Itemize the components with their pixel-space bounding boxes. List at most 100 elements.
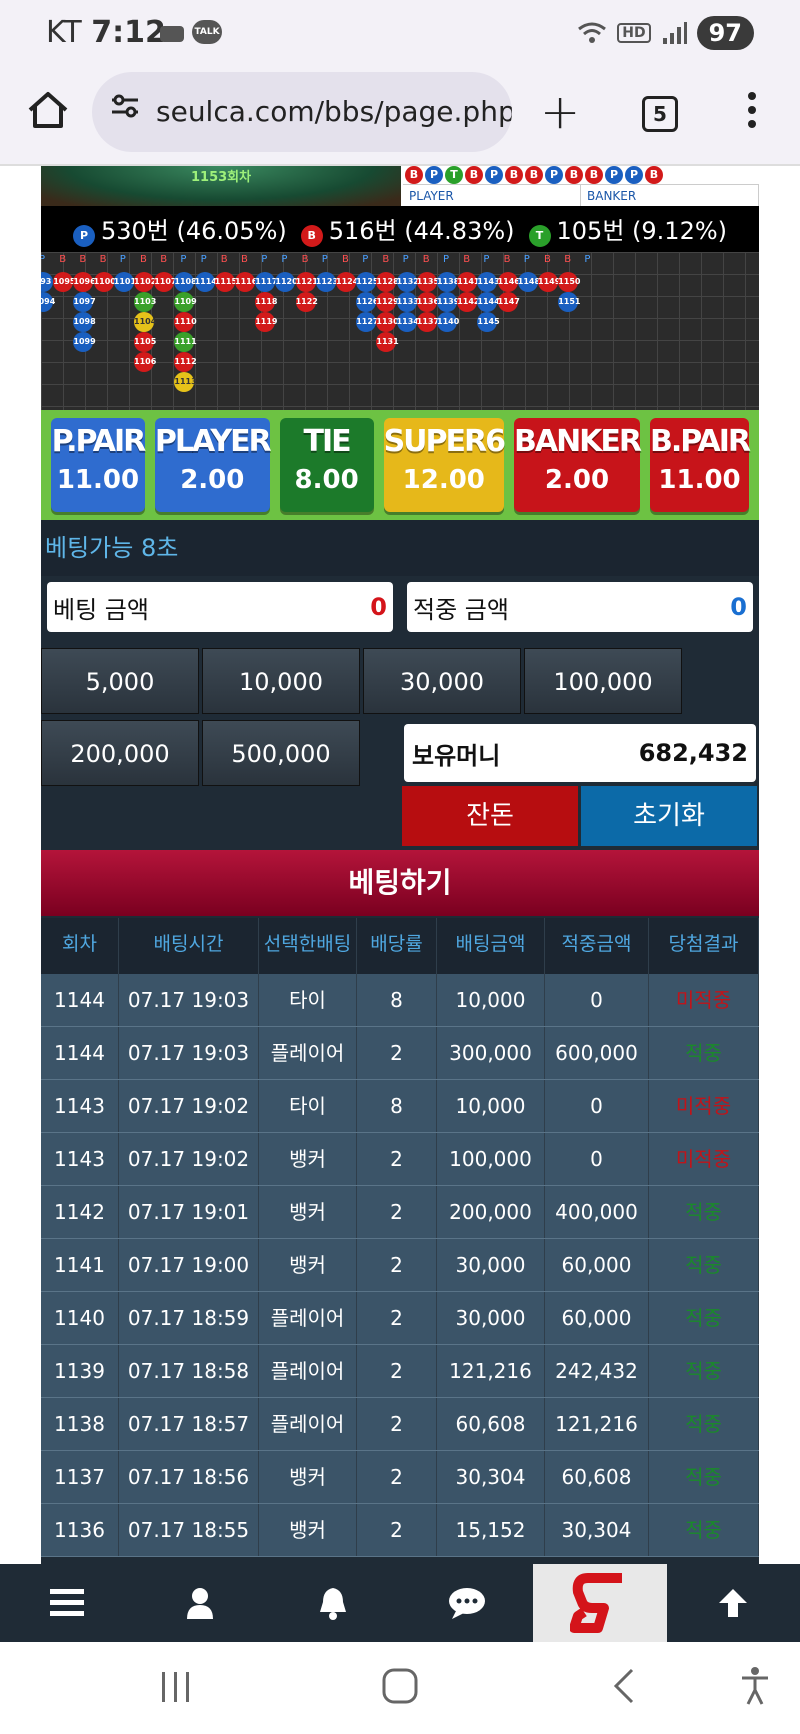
bet-amount-value: 0: [370, 593, 387, 621]
stat-text: 530번 (46.05%): [100, 217, 287, 245]
table-cell: 뱅커: [259, 1504, 357, 1556]
table-cell: 적중: [649, 1027, 759, 1079]
history-bead: 1135: [416, 272, 439, 292]
history-bead: 1107: [154, 272, 176, 292]
home-icon[interactable]: [26, 88, 70, 132]
table-cell: 60,000: [545, 1292, 649, 1344]
history-bead: 1129: [376, 292, 399, 312]
history-bead: 1121: [295, 272, 318, 292]
bet-option-player[interactable]: PLAYER 2.00: [154, 418, 272, 512]
history-bead: 1094: [41, 292, 55, 312]
accessibility-icon[interactable]: [740, 1666, 770, 1706]
history-bead: 1097: [73, 292, 96, 312]
result-stats: P 530번 (46.05%) B 516번 (44.83%) T 105번 (9.12%…: [41, 206, 759, 252]
history-bead: 1133: [396, 292, 419, 312]
recent-apps-icon[interactable]: [160, 1670, 192, 1704]
history-bead: 1108: [174, 272, 197, 292]
bet-option-banker[interactable]: BANKER 2.00: [513, 418, 642, 512]
column-header: 선택한배팅: [259, 918, 357, 974]
change-button[interactable]: 잔돈: [402, 786, 578, 846]
tab-switcher-button[interactable]: 5: [642, 96, 678, 132]
bet-option-ppair[interactable]: P.PAIR 11.00: [51, 418, 147, 512]
table-cell: 적중: [649, 1345, 759, 1397]
history-bead: 1113: [174, 372, 197, 392]
history-bead: 1139: [437, 292, 459, 312]
chip-button[interactable]: 200,000: [41, 720, 199, 786]
column-header: 회차: [41, 918, 119, 974]
history-bead: 1130: [376, 312, 399, 332]
history-header-cell: B: [564, 254, 572, 265]
arrow-up-icon[interactable]: [667, 1564, 800, 1642]
column-header: 배팅시간: [119, 918, 259, 974]
chip-button[interactable]: 30,000: [363, 648, 521, 714]
column-header: 적중금액: [545, 918, 649, 974]
history-bead: 1117: [255, 272, 277, 292]
table-cell: 적중: [649, 1504, 759, 1556]
history-bead: 1118: [255, 292, 277, 312]
new-tab-icon[interactable]: +: [540, 84, 580, 140]
stat-item: P 530번 (46.05%): [72, 211, 287, 247]
history-bead: 1142: [457, 292, 479, 312]
history-bead: 1119: [255, 312, 277, 332]
bet-option-super6[interactable]: SUPER6 12.00: [383, 418, 506, 512]
table-cell: 1142: [41, 1186, 119, 1238]
amount-row: 베팅 금액 0 적중 금액 0: [41, 576, 759, 640]
table-cell: 적중: [649, 1239, 759, 1291]
table-cell: 10,000: [437, 1080, 545, 1132]
stat-text: 516번 (44.83%): [328, 217, 515, 245]
chip-button[interactable]: 100,000: [524, 648, 682, 714]
baccarat-table-image: 1153회차: [41, 166, 401, 206]
bet-option-tie[interactable]: TIE 8.00: [279, 418, 374, 512]
chat-icon[interactable]: [400, 1564, 533, 1642]
chip-button[interactable]: 10,000: [202, 648, 360, 714]
site-logo[interactable]: [533, 1564, 667, 1642]
history-bead: 1106: [134, 352, 156, 372]
bet-option-bpair[interactable]: B.PAIR 11.00: [650, 418, 751, 512]
bead-B: B: [565, 166, 583, 184]
status-icons: HD 97: [577, 16, 754, 50]
more-menu-icon[interactable]: [748, 92, 756, 136]
reset-button[interactable]: 초기화: [581, 786, 757, 846]
table-cell: 07.17 19:03: [119, 974, 259, 1026]
bet-option-name: TIE: [303, 424, 352, 459]
table-cell: 0: [545, 974, 649, 1026]
table-cell: 121,216: [437, 1345, 545, 1397]
history-bead: 1138: [437, 272, 459, 292]
user-icon[interactable]: [133, 1564, 266, 1642]
history-bead: 1111: [174, 332, 197, 352]
menu-icon[interactable]: [0, 1564, 133, 1642]
url-bar[interactable]: seulca.com/bbs/page.php?: [92, 72, 512, 152]
history-header-cell: B: [463, 254, 471, 265]
table-row: 1141 07.17 19:00 뱅커 2 30,000 60,000 적중: [41, 1239, 759, 1292]
history-bead: 1144: [477, 292, 500, 312]
table-cell: 미적중: [649, 1133, 759, 1185]
voicemail-icon: [160, 26, 184, 42]
table-cell: 30,000: [437, 1239, 545, 1291]
place-bet-button[interactable]: 베팅하기: [41, 850, 759, 916]
bet-option-odds: 12.00: [402, 465, 485, 495]
history-bead: 1120: [275, 272, 298, 292]
table-cell: 30,304: [545, 1504, 649, 1556]
table-cell: 플레이어: [259, 1027, 357, 1079]
browser-toolbar: seulca.com/bbs/page.php? + 5: [0, 66, 800, 166]
table-cell: 30,000: [437, 1292, 545, 1344]
bet-option-odds: 11.00: [658, 465, 741, 495]
table-cell: 60,608: [545, 1451, 649, 1503]
history-bead: 1127: [356, 312, 378, 332]
bet-option-odds: 2.00: [180, 465, 245, 495]
history-bead: 1146: [497, 272, 520, 292]
bell-icon[interactable]: [267, 1564, 400, 1642]
table-cell: 400,000: [545, 1186, 649, 1238]
bet-option-name: P.PAIR: [51, 424, 147, 459]
back-icon[interactable]: [612, 1668, 636, 1704]
history-grid: PBBBPBBPPBBPPBPBPBPBPBPBPBBP093109510961…: [41, 252, 759, 410]
site-settings-icon[interactable]: [110, 94, 140, 118]
bet-option-odds: 11.00: [56, 465, 140, 495]
history-header-cell: P: [362, 254, 369, 265]
bet-option-odds: 2.00: [544, 465, 610, 495]
history-bead: 1115: [214, 272, 237, 292]
chip-button[interactable]: 500,000: [202, 720, 360, 786]
home-button-icon[interactable]: [382, 1668, 418, 1704]
chip-button[interactable]: 5,000: [41, 648, 199, 714]
history-header-cell: P: [180, 254, 187, 265]
